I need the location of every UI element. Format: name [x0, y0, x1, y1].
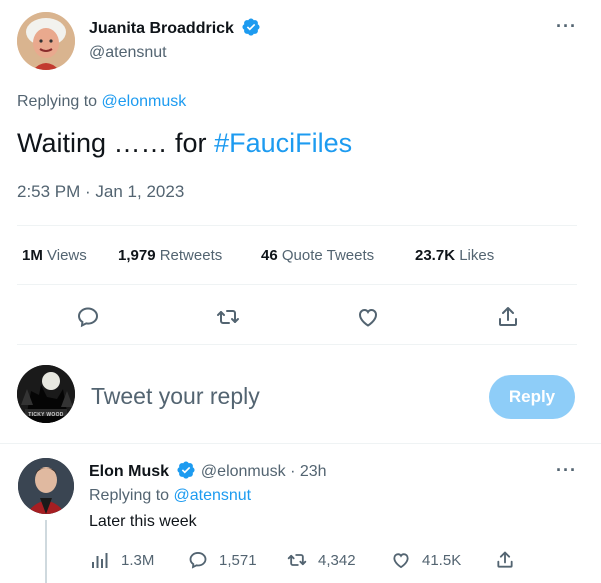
- divider: [0, 443, 601, 444]
- reply-views-count: 1.3M: [121, 551, 155, 569]
- reply-replying-to-line: Replying to @atensnut: [89, 487, 251, 505]
- divider: [17, 284, 577, 285]
- more-options-icon[interactable]: ···: [556, 16, 577, 37]
- views-icon: [92, 553, 108, 568]
- reply-share-action[interactable]: [495, 548, 515, 572]
- verified-badge-icon: [177, 461, 196, 479]
- reply-input[interactable]: Tweet your reply: [91, 383, 260, 410]
- reply-replies-count: 1,571: [219, 551, 257, 569]
- replying-to-prefix: Replying to: [17, 93, 98, 110]
- like-icon: [393, 553, 409, 569]
- replying-to-link[interactable]: @elonmusk: [102, 93, 187, 110]
- retweets-stat[interactable]: 1,979 Retweets: [118, 247, 222, 264]
- quote-tweets-stat[interactable]: 46 Quote Tweets: [261, 247, 374, 264]
- replying-to-prefix: Replying to: [89, 487, 170, 504]
- retweet-icon: [287, 554, 307, 566]
- reply-button[interactable]: Reply: [489, 375, 575, 419]
- reply-author-avatar[interactable]: [18, 458, 74, 514]
- reply-age[interactable]: 23h: [300, 463, 327, 480]
- reply-author-handle[interactable]: @elonmusk: [201, 463, 286, 480]
- reply-icon[interactable]: [76, 305, 100, 329]
- replying-to-line: Replying to @elonmusk: [17, 93, 186, 111]
- share-icon[interactable]: [496, 305, 520, 329]
- share-icon: [497, 551, 513, 568]
- reply-more-options-icon[interactable]: ···: [556, 460, 577, 481]
- reply-replies-action[interactable]: 1,571: [188, 548, 257, 572]
- hashtag-link[interactable]: #FauciFiles: [214, 128, 352, 158]
- reply-views-action[interactable]: 1.3M: [90, 548, 154, 572]
- reply-likes-action[interactable]: 41.5K: [391, 548, 461, 572]
- reply-retweets-action[interactable]: 4,342: [287, 548, 356, 572]
- divider: [17, 344, 577, 345]
- retweet-icon[interactable]: [216, 305, 240, 329]
- tweet-text-main: Waiting …… for: [17, 128, 207, 158]
- author-name-row[interactable]: Juanita Broaddrick: [89, 17, 261, 38]
- reply-retweets-count: 4,342: [318, 551, 356, 569]
- views-stat: 1M Views: [22, 247, 87, 264]
- reply-likes-count: 41.5K: [422, 551, 462, 569]
- verified-badge-icon: [242, 18, 260, 36]
- replying-to-link[interactable]: @atensnut: [174, 487, 252, 504]
- tweet-timestamp[interactable]: 2:53 PM · Jan 1, 2023: [17, 182, 184, 202]
- reply-icon: [189, 551, 207, 569]
- thread-connector-line: [45, 520, 47, 583]
- divider: [17, 225, 577, 226]
- avatar-badge-text: TICKY WOOD: [28, 412, 64, 418]
- reply-text: Later this week: [89, 513, 197, 530]
- author-name[interactable]: Juanita Broaddrick: [89, 20, 234, 37]
- like-icon[interactable]: [356, 305, 380, 329]
- likes-stat[interactable]: 23.7K Likes: [415, 247, 494, 264]
- reply-header: Elon Musk @elonmusk · 23h: [89, 460, 327, 481]
- separator-dot: ·: [290, 463, 296, 480]
- reply-author-name[interactable]: Elon Musk: [89, 463, 169, 480]
- author-handle[interactable]: @atensnut: [89, 44, 167, 62]
- author-avatar[interactable]: [17, 12, 75, 70]
- tweet-text: Waiting …… for #FauciFiles: [17, 128, 352, 159]
- current-user-avatar[interactable]: TICKY WOOD: [17, 365, 75, 423]
